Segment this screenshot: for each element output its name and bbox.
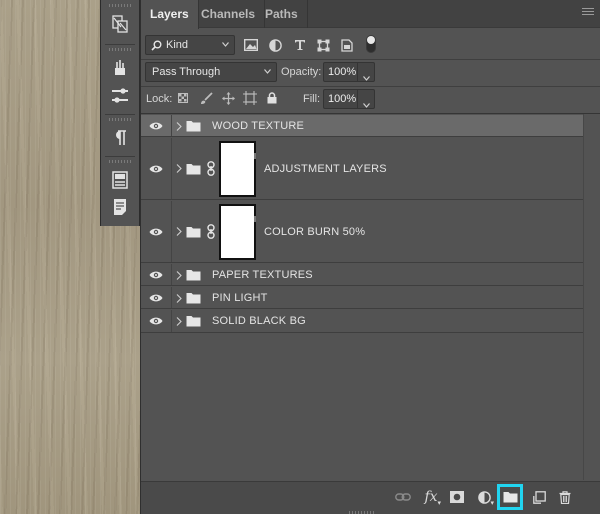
blend-mode-select[interactable]: Pass Through: [145, 62, 277, 82]
opacity-value: 100%: [328, 66, 357, 78]
lock-label: Lock:: [146, 93, 173, 105]
lock-position-icon[interactable]: [220, 90, 236, 106]
layer-name: PAPER TEXTURES: [212, 269, 313, 281]
layer-name: WOOD TEXTURE: [212, 120, 305, 132]
panel-tab-bar: Layers Channels Paths: [141, 0, 600, 29]
layers-panel: Layers Channels Paths Kind Pass Through …: [141, 0, 600, 514]
lock-artboard-icon[interactable]: [242, 90, 258, 106]
smart-object-filter-icon[interactable]: [339, 37, 355, 53]
mask-link-icon[interactable]: [207, 161, 215, 176]
filter-kind-label: Kind: [166, 39, 189, 51]
chevron-right-icon[interactable]: [176, 294, 182, 303]
layers-bottom-bar: fx ▾ ▾: [141, 481, 600, 514]
dock-grip[interactable]: [109, 118, 131, 121]
lock-all-icon[interactable]: [265, 90, 279, 106]
chevron-right-icon[interactable]: [176, 227, 182, 236]
layer-name: COLOR BURN 50%: [264, 226, 366, 238]
visibility-eye-icon[interactable]: [149, 121, 163, 131]
layer-row-solid-black-bg[interactable]: SOLID BLACK BG: [141, 310, 583, 333]
add-mask-icon[interactable]: [446, 486, 468, 508]
brushes-icon[interactable]: [107, 56, 133, 80]
shape-filter-icon[interactable]: [315, 37, 331, 53]
chevron-right-icon[interactable]: [176, 164, 182, 173]
chevron-down-icon: [222, 42, 229, 49]
layer-name: PIN LIGHT: [212, 292, 268, 304]
visibility-eye-icon[interactable]: [149, 293, 163, 303]
new-group-icon[interactable]: [497, 484, 523, 510]
layer-row-adjustment-layers[interactable]: ADJUSTMENT LAYERS: [141, 138, 583, 200]
chevron-right-icon[interactable]: [176, 317, 182, 326]
brush-settings-icon[interactable]: [107, 84, 133, 108]
link-layers-icon[interactable]: [392, 486, 414, 508]
pixel-filter-icon[interactable]: [243, 37, 259, 53]
visibility-eye-icon[interactable]: [149, 270, 163, 280]
tab-channels[interactable]: Channels: [192, 0, 266, 28]
layer-name: SOLID BLACK BG: [212, 315, 306, 327]
adjustment-filter-icon[interactable]: [267, 37, 283, 53]
mask-link-icon[interactable]: [207, 224, 215, 239]
dock-grip[interactable]: [109, 160, 131, 163]
opacity-field[interactable]: 100%: [323, 62, 375, 82]
properties-icon[interactable]: [107, 168, 133, 192]
filter-toggle-icon[interactable]: [365, 34, 377, 54]
folder-icon: [186, 227, 201, 238]
character-paragraph-styles-icon[interactable]: [107, 12, 133, 36]
folder-icon: [186, 121, 201, 132]
adjustment-layer-icon[interactable]: ▾: [473, 486, 495, 508]
tab-paths[interactable]: Paths: [256, 0, 308, 28]
layer-name: ADJUSTMENT LAYERS: [264, 163, 387, 175]
visibility-eye-icon[interactable]: [149, 227, 163, 237]
tab-layers[interactable]: Layers: [141, 0, 199, 29]
visibility-eye-icon[interactable]: [149, 316, 163, 326]
fx-icon[interactable]: fx ▾: [420, 486, 442, 508]
fx-label: fx: [424, 489, 438, 505]
folder-icon: [186, 293, 201, 304]
notes-icon[interactable]: [107, 195, 133, 219]
visibility-eye-icon[interactable]: [149, 164, 163, 174]
collapsed-panel-dock: [100, 0, 140, 226]
dock-grip[interactable]: [109, 48, 131, 51]
new-layer-icon[interactable]: [528, 486, 550, 508]
chevron-right-icon[interactable]: [176, 271, 182, 280]
filter-kind-select[interactable]: Kind: [145, 35, 235, 55]
search-icon: [151, 39, 162, 57]
folder-icon: [186, 270, 201, 281]
fill-value: 100%: [328, 93, 357, 105]
layer-row-wood-texture[interactable]: WOOD TEXTURE: [141, 115, 583, 137]
paragraph-icon[interactable]: [107, 126, 133, 150]
delete-layer-icon[interactable]: [554, 486, 576, 508]
lock-transparent-icon[interactable]: [176, 91, 190, 105]
layer-row-pin-light[interactable]: PIN LIGHT: [141, 287, 583, 309]
dock-grip[interactable]: [109, 4, 131, 7]
chevron-down-icon: [264, 69, 271, 76]
layers-scrollbar[interactable]: [583, 114, 600, 480]
folder-icon: [186, 164, 201, 175]
layer-mask-thumbnail[interactable]: [219, 141, 256, 197]
lock-image-icon[interactable]: [198, 90, 214, 106]
layer-mask-thumbnail[interactable]: [219, 204, 256, 260]
fill-field[interactable]: 100%: [323, 89, 375, 109]
type-filter-icon[interactable]: [292, 37, 308, 53]
fill-label: Fill:: [303, 93, 321, 105]
chevron-down-icon[interactable]: [363, 69, 370, 87]
folder-icon: [186, 316, 201, 327]
opacity-label: Opacity:: [281, 66, 322, 78]
blend-mode-value: Pass Through: [152, 66, 221, 78]
chevron-down-icon[interactable]: [363, 96, 370, 114]
panel-menu-icon[interactable]: [582, 8, 594, 18]
layer-row-paper-textures[interactable]: PAPER TEXTURES: [141, 264, 583, 286]
chevron-right-icon[interactable]: [176, 122, 182, 131]
layer-row-color-burn[interactable]: COLOR BURN 50%: [141, 201, 583, 263]
